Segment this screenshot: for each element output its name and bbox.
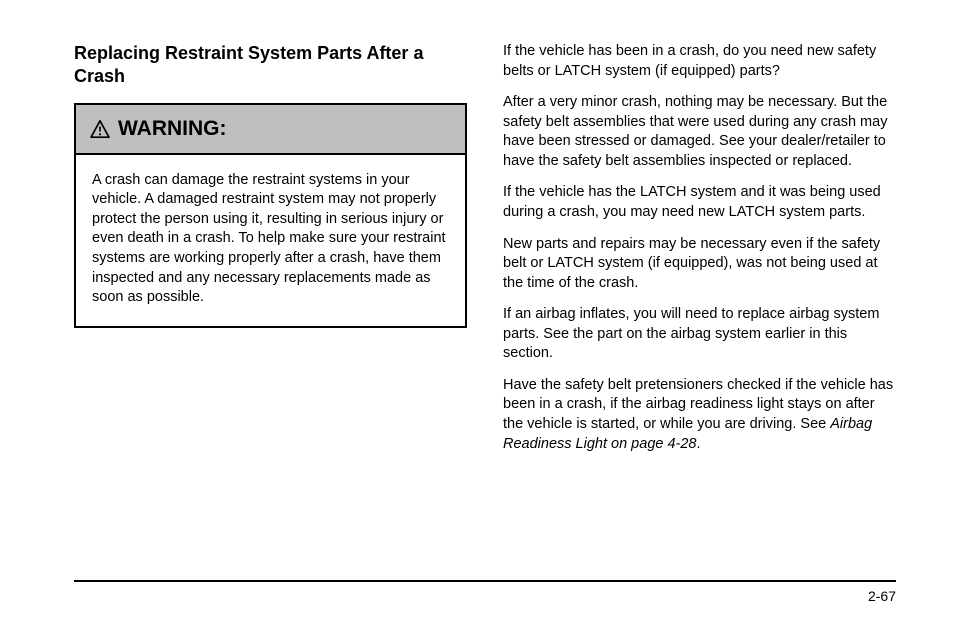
body-paragraph: If the vehicle has the LATCH system and … <box>503 183 896 222</box>
left-column: Replacing Restraint System Parts After a… <box>74 42 467 466</box>
body-paragraph: After a very minor crash, nothing may be… <box>503 93 896 171</box>
body-paragraph-xref: Have the safety belt pretensioners check… <box>503 376 896 454</box>
body-paragraph: If the vehicle has been in a crash, do y… <box>503 42 896 81</box>
section-heading: Replacing Restraint System Parts After a… <box>74 42 467 89</box>
warning-triangle-icon <box>90 120 110 138</box>
warning-body-text: A crash can damage the restraint systems… <box>76 155 465 326</box>
page-number: 2-67 <box>74 588 896 604</box>
right-column: If the vehicle has been in a crash, do y… <box>503 42 896 466</box>
warning-label: WARNING: <box>118 117 227 141</box>
body-paragraph: If an airbag inflates, you will need to … <box>503 305 896 364</box>
page-body: Replacing Restraint System Parts After a… <box>0 0 954 466</box>
warning-header: WARNING: <box>76 105 465 155</box>
warning-box: WARNING: A crash can damage the restrain… <box>74 103 467 328</box>
xref-post: . <box>697 436 701 452</box>
footer-rule <box>74 580 896 582</box>
page-footer: 2-67 <box>74 580 896 604</box>
xref-page: on page 4-28 <box>607 436 697 452</box>
body-paragraph: New parts and repairs may be necessary e… <box>503 235 896 294</box>
